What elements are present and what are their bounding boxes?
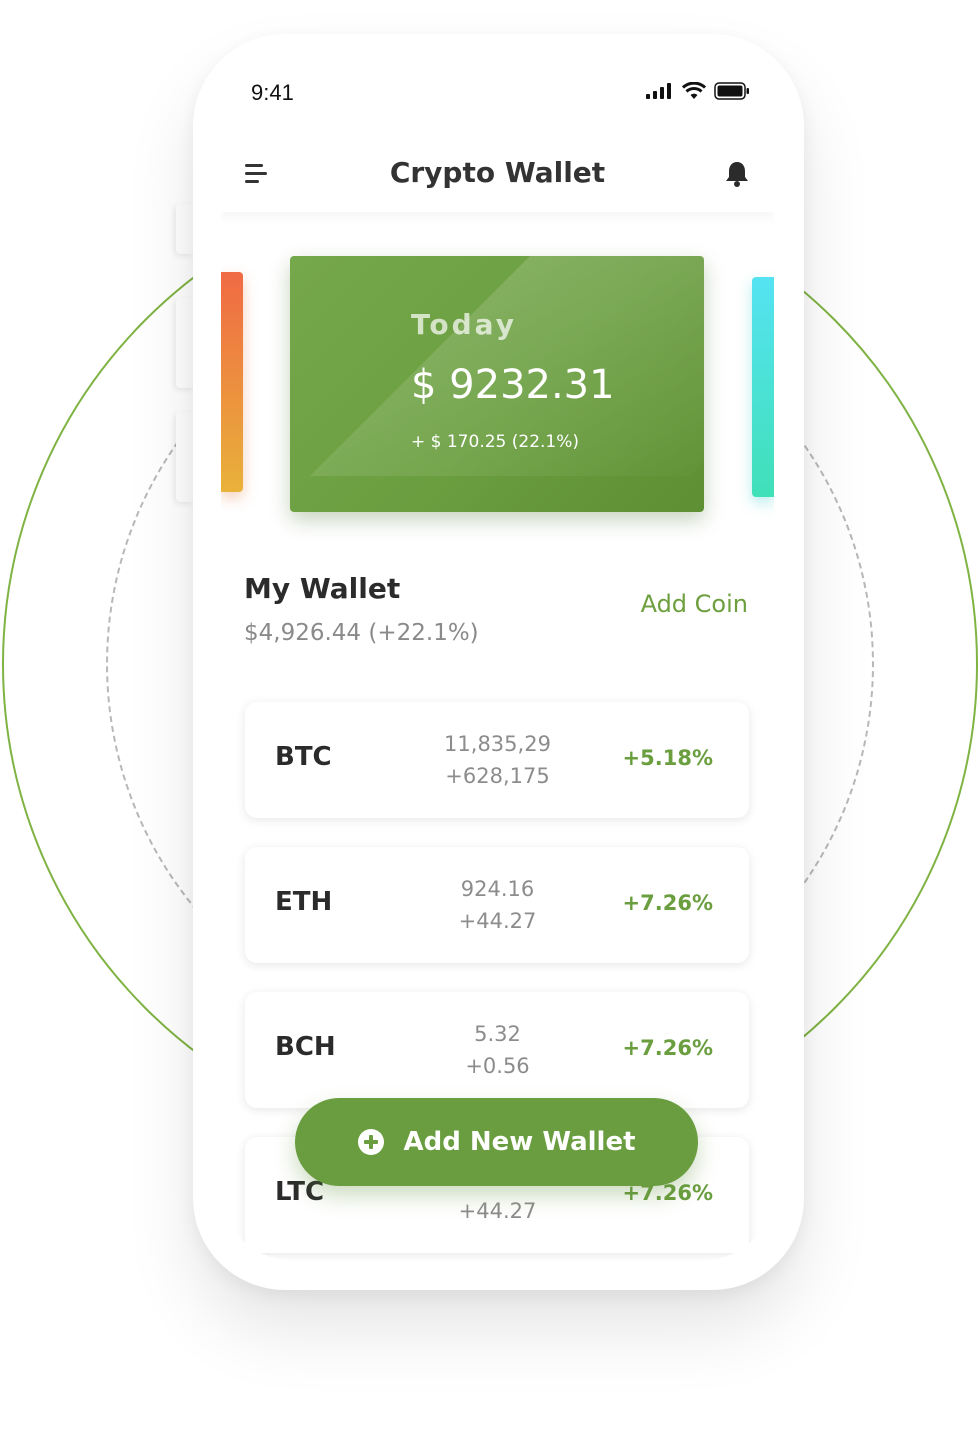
coin-row-btc[interactable]: BTC 11,835,29 +628,175 +5.18%: [245, 702, 749, 818]
coin-change: +7.26%: [622, 891, 713, 915]
app-header: Crypto Wallet: [221, 142, 774, 212]
coin-symbol: BTC: [275, 742, 332, 772]
coin-symbol: BCH: [275, 1032, 336, 1062]
app-screen: 9:41 Crypto Wallet Today $ 9232.31 + $ 1…: [221, 56, 774, 1260]
coin-value: 11,835,29: [444, 732, 551, 756]
coin-symbol: LTC: [275, 1177, 325, 1207]
coin-row-bch[interactable]: BCH 5.32 +0.56 +7.26%: [245, 992, 749, 1108]
add-new-wallet-button[interactable]: Add New Wallet: [295, 1098, 698, 1186]
coin-values: 5.32 +0.56: [425, 1018, 570, 1082]
wallet-balance: $4,926.44 (+22.1%): [244, 620, 479, 646]
balance-card[interactable]: Today $ 9232.31 + $ 170.25 (22.1%): [290, 256, 704, 512]
coin-value: 5.32: [474, 1022, 521, 1046]
coin-symbol: ETH: [275, 887, 333, 917]
balance-card-change: + $ 170.25 (22.1%): [411, 432, 580, 452]
phone-volume-down: [176, 412, 194, 502]
signal-icon: [646, 83, 671, 99]
coin-value: 924.16: [460, 877, 535, 901]
add-new-wallet-label: Add New Wallet: [403, 1127, 636, 1157]
balance-card-next[interactable]: [752, 277, 774, 497]
coin-delta: +0.56: [465, 1054, 530, 1078]
balance-card-label: Today: [411, 308, 517, 341]
coin-change: +7.26%: [622, 1036, 713, 1060]
balance-card-amount: $ 9232.31: [411, 362, 615, 408]
coin-delta: +44.27: [458, 909, 537, 933]
coin-change: +5.18%: [622, 746, 713, 770]
add-coin-link[interactable]: Add Coin: [641, 590, 748, 618]
phone-volume-up: [176, 298, 194, 388]
balance-card-previous[interactable]: [221, 272, 243, 492]
wallet-title: My Wallet: [244, 572, 401, 605]
coin-delta: +628,175: [445, 764, 550, 788]
page-title: Crypto Wallet: [389, 156, 606, 189]
wifi-icon: [682, 82, 706, 99]
coin-row-eth[interactable]: ETH 924.16 +44.27 +7.26%: [245, 847, 749, 963]
battery-icon: [714, 82, 749, 100]
status-time: 9:41: [251, 80, 294, 105]
coin-values: 11,835,29 +628,175: [425, 728, 570, 792]
plus-circle-icon: [358, 1129, 385, 1155]
phone-mute-switch: [176, 204, 194, 254]
bell-icon[interactable]: [724, 160, 750, 188]
status-icons: [646, 82, 750, 100]
coin-delta: +44.27: [458, 1199, 537, 1223]
coin-values: 924.16 +44.27: [425, 873, 570, 937]
